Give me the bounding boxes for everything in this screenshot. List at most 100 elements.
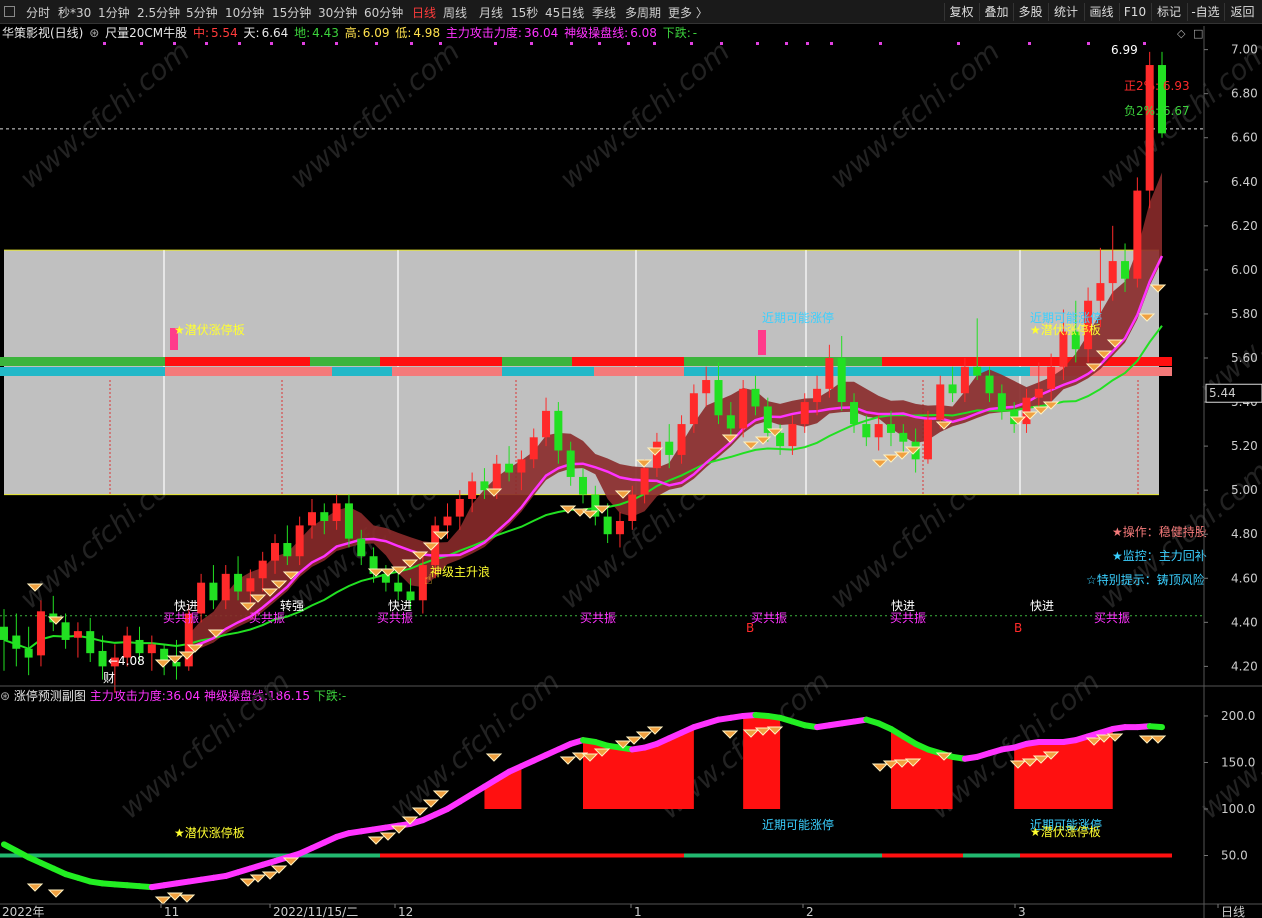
zone-band-bottom-3 <box>392 367 502 376</box>
annot-buy-resonance-3: 买共振 <box>580 611 616 625</box>
price-tick-label-2: 6.60 <box>1231 131 1258 145</box>
candle-body-85 <box>1047 366 1056 389</box>
annot-buy-resonance-6: 买共振 <box>1094 611 1130 625</box>
candle-body-37 <box>455 498 464 517</box>
annot-b-2: B <box>1014 621 1022 635</box>
candle-body-24 <box>295 525 304 557</box>
candle-body-71 <box>874 424 883 438</box>
annot-buy-resonance-0: 买共振 <box>163 611 199 625</box>
top-signal-dot-7 <box>335 42 338 45</box>
candle-body-38 <box>468 481 477 499</box>
annot-buy-resonance-2: 买共振 <box>377 611 413 625</box>
date-label-0: 2022年 <box>2 905 45 918</box>
top-signal-dot-9 <box>410 42 413 45</box>
price-tick-label-7: 5.60 <box>1231 351 1258 365</box>
sub-diamond-30 <box>871 763 889 772</box>
candle-body-42 <box>517 459 526 473</box>
date-label-6: 3 <box>1018 905 1026 918</box>
top-signal-dot-26 <box>1087 42 1090 45</box>
candle-body-55 <box>677 424 686 455</box>
candle-body-59 <box>726 415 735 429</box>
candle-body-8 <box>98 650 107 667</box>
candle-body-78 <box>960 366 969 394</box>
candle-body-2 <box>24 648 33 658</box>
top-signal-dot-15 <box>627 42 630 45</box>
candle-body-68 <box>837 358 846 403</box>
annot-recent-1: 近期可能涨停 <box>762 310 834 325</box>
sub-tick-label-3: 50.0 <box>1221 848 1248 862</box>
recent-marker-1 <box>758 330 766 355</box>
candle-body-21 <box>258 560 267 579</box>
candle-body-5 <box>61 622 70 640</box>
top-signal-dot-21 <box>806 42 809 45</box>
sub-diamond-12 <box>390 825 408 834</box>
side-note-operation: ★操作：稳健持股 <box>1112 524 1207 539</box>
hand-cursor-icon: ☝ <box>424 572 433 588</box>
watermark-text: www.cfchi.com <box>823 35 1006 196</box>
price-tick-label-0: 7.00 <box>1231 43 1258 57</box>
candle-body-16 <box>197 582 206 614</box>
zoom-diamond-icon: ◇ <box>1177 27 1186 40</box>
sub-red-fill-3 <box>890 728 953 809</box>
sub-diamond-10 <box>367 836 385 845</box>
candle-body-61 <box>751 388 760 407</box>
top-signal-dot-4 <box>238 42 241 45</box>
zone-band-top-5 <box>572 357 684 366</box>
annot-cai: 财 <box>103 671 115 685</box>
candle-body-67 <box>825 358 834 389</box>
side-note-warning: ☆特别提示：铸顶风险 <box>1086 572 1205 587</box>
stock-chart[interactable]: www.cfchi.com www.cfchi.com www.cfchi.com w… <box>0 0 1262 918</box>
annot-neg2: 负2%: 6.67 <box>1124 104 1190 118</box>
candle-body-63 <box>776 432 785 447</box>
diamond-marker-2 <box>154 659 172 668</box>
sub-annot-qianfu-1: ★潜伏涨停板 <box>174 825 245 840</box>
top-signal-dot-17 <box>690 42 693 45</box>
zone-band-top-4 <box>502 357 572 366</box>
candle-body-7 <box>86 631 95 654</box>
annot-b-1: B <box>746 621 754 635</box>
price-tick-label-6: 5.80 <box>1231 307 1258 321</box>
candle-body-76 <box>936 384 945 420</box>
candle-body-18 <box>221 573 230 601</box>
candle-body-43 <box>529 437 538 460</box>
price-tick-label-13: 4.40 <box>1231 615 1258 629</box>
candle-body-64 <box>788 424 797 447</box>
watermark-text: www.cfchi.com <box>113 665 296 826</box>
sub-diamond-2 <box>154 896 172 905</box>
annot-kuaijin-4: 快进 <box>1030 599 1054 613</box>
candle-body-45 <box>554 410 563 451</box>
top-signal-dot-6 <box>302 42 305 45</box>
candle-body-20 <box>246 578 255 592</box>
price-tick-label-9: 5.20 <box>1231 439 1258 453</box>
zoom-box-icon: □ <box>1193 27 1203 40</box>
zone-band-bottom-0 <box>0 367 165 376</box>
candle-body-80 <box>985 375 994 394</box>
sub-tick-label-2: 100.0 <box>1221 802 1255 816</box>
date-label-2: 2022/11/15/二 <box>273 905 358 918</box>
watermark-text: www.cfchi.com <box>13 35 196 196</box>
candle-body-94 <box>1158 65 1166 134</box>
candle-body-6 <box>73 631 82 638</box>
candle-body-3 <box>36 611 45 656</box>
top-signal-dot-24 <box>957 42 960 45</box>
candle-body-40 <box>492 463 501 491</box>
sub-diamond-5 <box>239 878 257 887</box>
candle-body-83 <box>1022 397 1031 425</box>
date-label-7: 日线 <box>1221 905 1245 918</box>
top-signal-dot-20 <box>785 42 788 45</box>
price-tick-label-5: 6.00 <box>1231 263 1258 277</box>
candle-body-44 <box>542 410 551 438</box>
sub-band-green-2 <box>963 853 1020 858</box>
date-label-4: 1 <box>634 905 642 918</box>
zone-band-bottom-2 <box>332 367 392 376</box>
price-tick-label-14: 4.20 <box>1231 659 1258 673</box>
watermark-text: www.cfchi.com <box>283 35 466 196</box>
candle-body-26 <box>320 512 329 521</box>
candle-body-22 <box>271 543 280 561</box>
top-signal-dot-11 <box>494 42 497 45</box>
candle-body-41 <box>505 463 514 473</box>
price-tick-label-3: 6.40 <box>1231 175 1258 189</box>
current-price-label: 5.44 <box>1209 386 1236 400</box>
annot-qianfu-2: ★潜伏涨停板 <box>1030 322 1101 337</box>
annot-buy-resonance-5: 买共振 <box>890 611 926 625</box>
